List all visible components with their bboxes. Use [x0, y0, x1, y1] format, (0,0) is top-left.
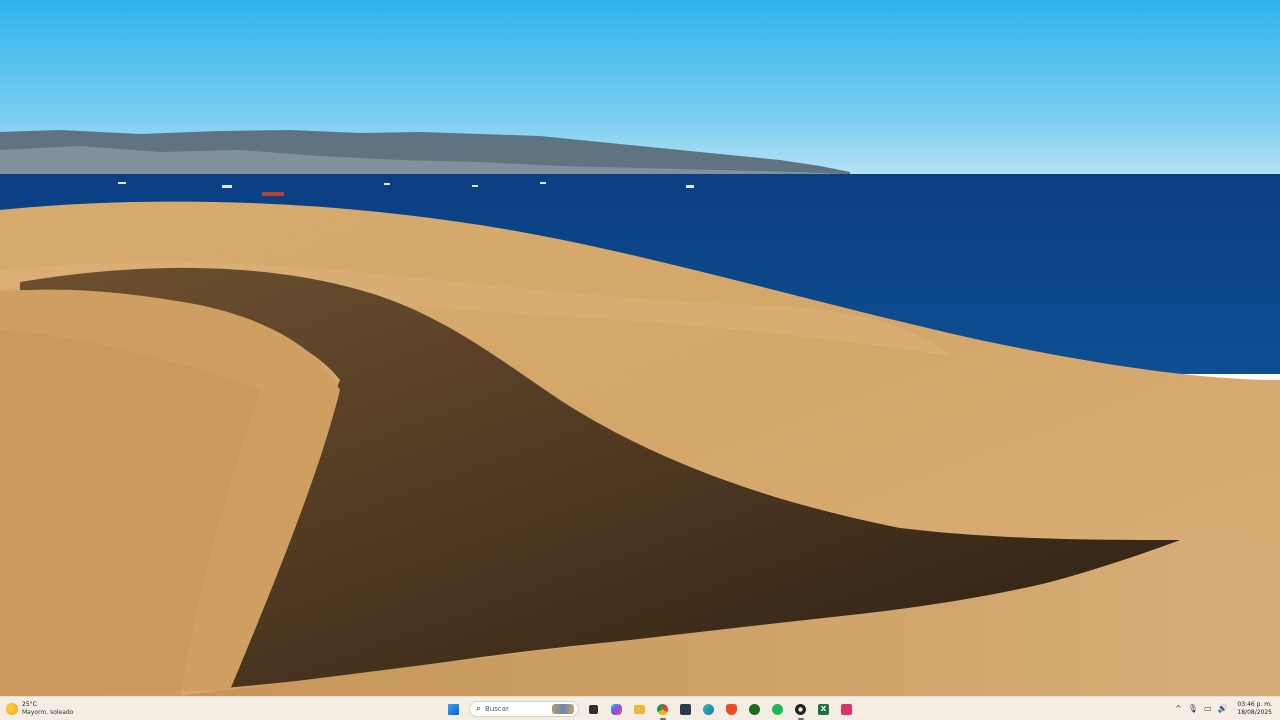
xbox-button[interactable] — [744, 698, 766, 720]
weather-text: 25°C Mayorm. soleado — [22, 701, 73, 717]
spotify-icon — [772, 703, 783, 715]
weather-temperature: 25°C — [22, 701, 37, 708]
clock-time: 03:46 p. m. — [1237, 701, 1272, 708]
obs-button[interactable] — [790, 698, 812, 720]
file-explorer-button[interactable] — [629, 698, 651, 720]
brave-button[interactable] — [721, 698, 743, 720]
file-explorer-icon — [634, 704, 645, 714]
spotify-button[interactable] — [767, 698, 789, 720]
show-hidden-icons-chevron[interactable]: ^ — [1175, 705, 1182, 713]
edge-button[interactable] — [698, 698, 720, 720]
calculator-icon — [680, 703, 691, 715]
system-tray: ^ 🎙 ▭ 🔊 03:46 p. m. 18/08/2025 — [1175, 698, 1272, 720]
calculator-button[interactable] — [675, 698, 697, 720]
sun-icon — [6, 703, 18, 715]
brave-icon — [726, 703, 737, 715]
search-icon: ⌕ — [476, 703, 482, 714]
start-button[interactable] — [443, 698, 465, 720]
task-view-icon — [589, 704, 598, 714]
excel-button[interactable]: X — [813, 698, 835, 720]
task-view-button[interactable] — [583, 698, 605, 720]
search-label: Buscar — [485, 705, 509, 713]
copilot-icon — [611, 703, 622, 715]
xbox-icon — [749, 703, 760, 715]
network-icon[interactable]: ▭ — [1204, 705, 1212, 713]
snipping-tool-icon — [841, 703, 852, 715]
desktop-wallpaper — [0, 0, 1280, 696]
snipping-tool-button[interactable] — [836, 698, 858, 720]
taskbar: 25°C Mayorm. soleado ⌕ Buscar X ^ 🎙 ▭ 🔊 … — [0, 696, 1280, 720]
chrome-button[interactable] — [652, 698, 674, 720]
obs-icon — [795, 703, 806, 715]
wallpaper-dunes-image — [0, 0, 1280, 696]
taskbar-center: ⌕ Buscar X — [442, 698, 858, 720]
search-highlight-image — [552, 704, 574, 714]
copilot-button[interactable] — [606, 698, 628, 720]
weather-description: Mayorm. soleado — [22, 709, 74, 716]
weather-widget[interactable]: 25°C Mayorm. soleado — [6, 699, 73, 719]
excel-icon: X — [818, 703, 829, 715]
clock[interactable]: 03:46 p. m. 18/08/2025 — [1237, 701, 1272, 717]
edge-icon — [703, 703, 714, 715]
chrome-icon — [657, 703, 668, 715]
microphone-icon[interactable]: 🎙 — [1188, 705, 1198, 713]
windows-start-icon — [448, 703, 459, 715]
clock-date: 18/08/2025 — [1237, 709, 1272, 716]
taskbar-search-box[interactable]: ⌕ Buscar — [469, 701, 579, 717]
volume-icon[interactable]: 🔊 — [1217, 705, 1227, 713]
